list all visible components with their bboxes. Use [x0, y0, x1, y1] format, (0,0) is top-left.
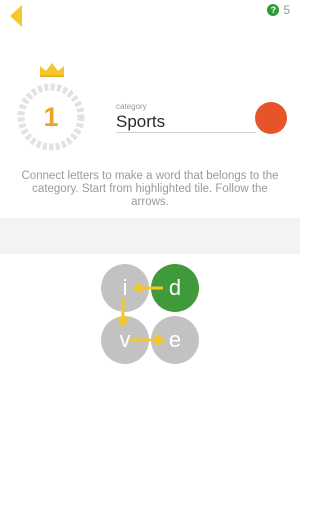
tile-e[interactable]: e: [151, 316, 199, 364]
tile-letter: v: [119, 327, 131, 352]
category-label: category: [116, 102, 147, 111]
tile-letter: e: [168, 327, 182, 352]
tile-letter: d: [168, 275, 182, 300]
level-indicator: 1: [16, 82, 86, 152]
instructions-text: Connect letters to make a word that belo…: [21, 170, 279, 208]
hint-icon: ?: [267, 4, 280, 16]
category-value: Sports: [116, 112, 256, 133]
crown-icon: [40, 63, 64, 77]
tile-letter: i: [122, 275, 128, 300]
hint-count: 5: [283, 3, 290, 17]
level-number: 1: [43, 101, 59, 132]
category-color-dot: [255, 102, 287, 134]
tile-v[interactable]: v: [101, 316, 149, 364]
tile-i[interactable]: i: [101, 264, 149, 312]
word-answer-band: [0, 218, 300, 254]
back-arrow-icon[interactable]: [8, 4, 24, 28]
hint-button[interactable]: ? 5: [267, 3, 290, 17]
tile-d[interactable]: d: [151, 264, 199, 312]
